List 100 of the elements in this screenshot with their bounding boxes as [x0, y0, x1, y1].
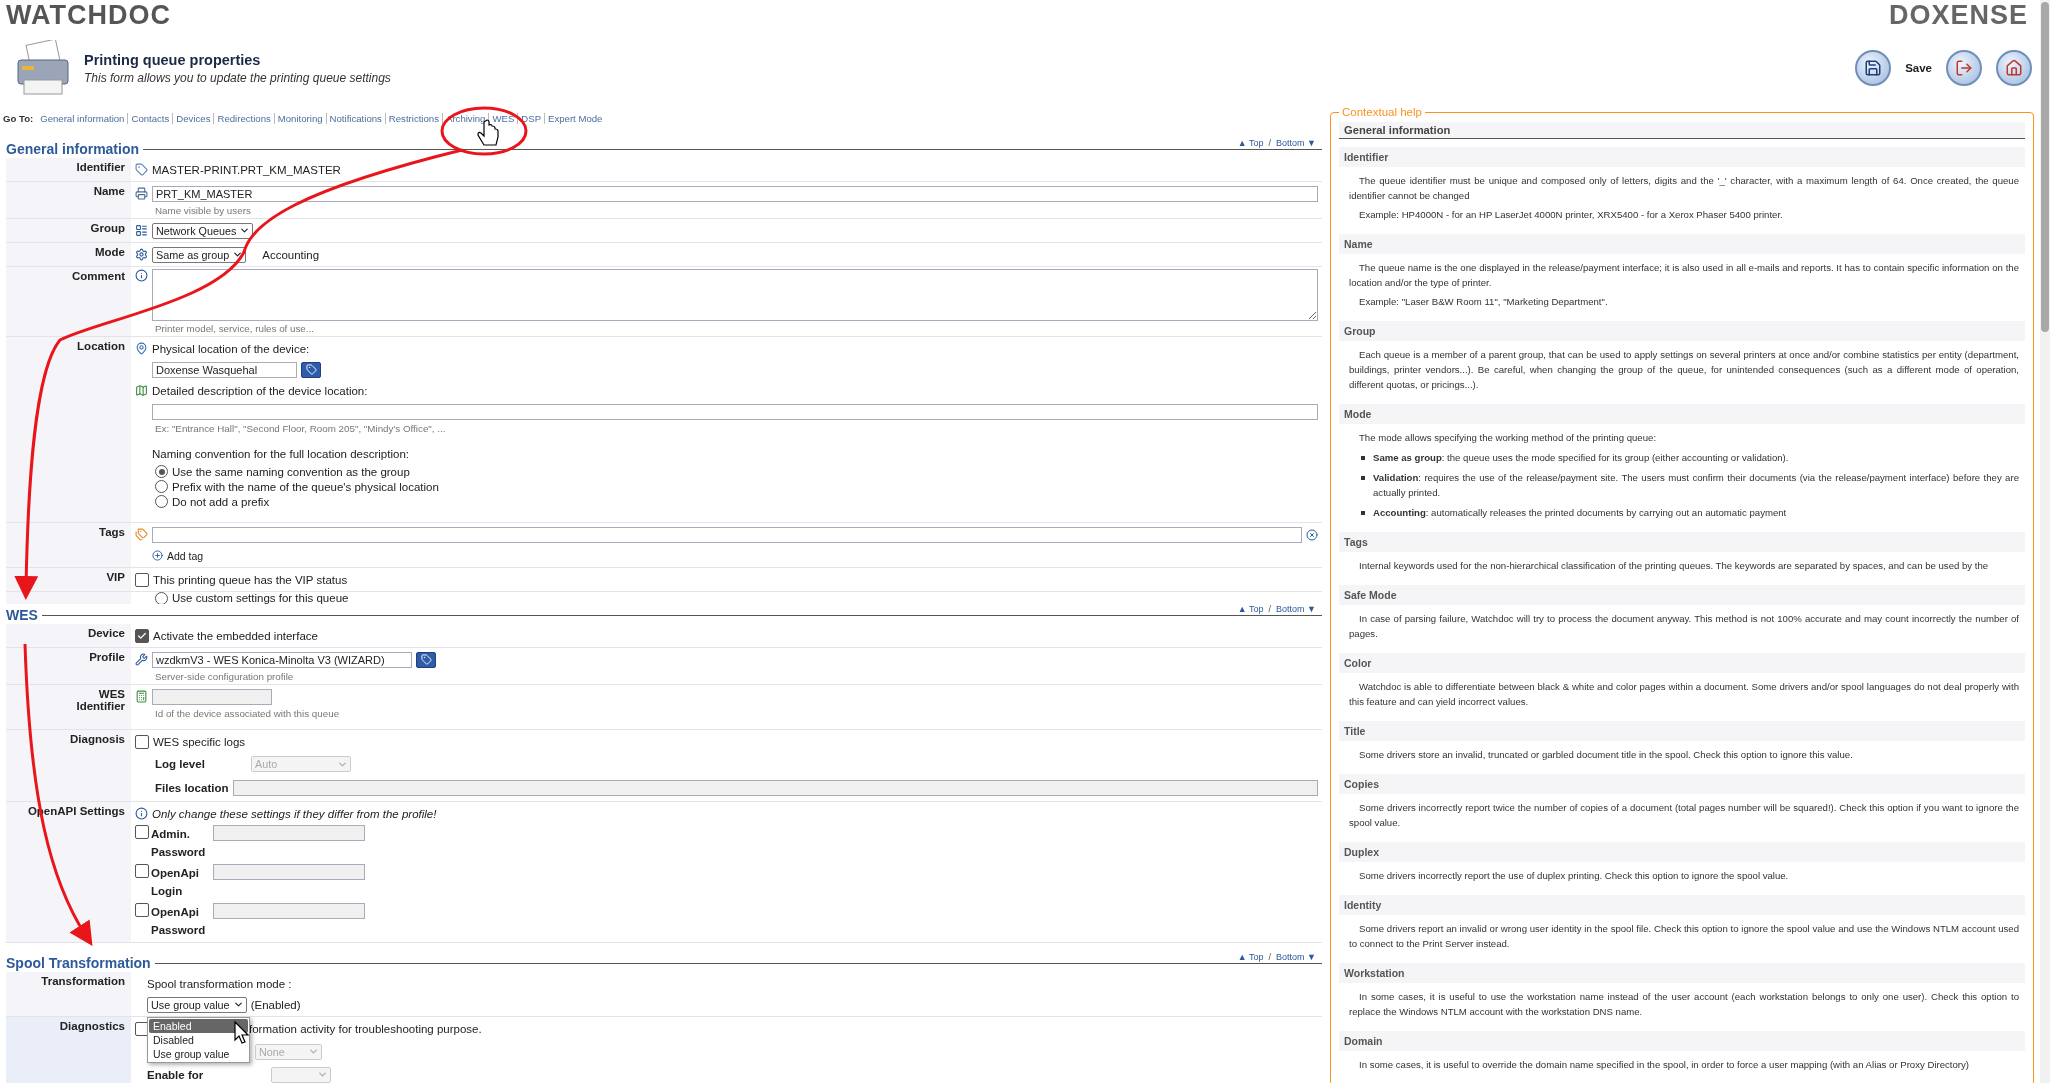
help-topic-title: Color — [1339, 653, 2025, 673]
field-label: OpenApi Login — [151, 866, 200, 899]
help-text: The mode allows specifying the working method of the printing queue: — [1358, 431, 1658, 445]
save-label: Save — [1905, 62, 1932, 74]
section-title: WES — [5, 606, 38, 624]
field-text: This printing queue has the VIP status — [153, 573, 348, 586]
field-label: Transformation — [6, 972, 131, 1016]
help-topic-title: Tags — [1339, 532, 2025, 552]
link-separator: / — [1268, 604, 1272, 614]
hint-text: Id of the device associated with this queue — [154, 708, 341, 719]
goto-link[interactable]: Notifications — [325, 112, 385, 124]
bottom-link[interactable]: Bottom ▼ — [1276, 138, 1316, 148]
help-topic-title: Title — [1339, 721, 2025, 741]
link-separator: / — [1268, 138, 1272, 148]
field-text: Detailed description of the device location: — [152, 384, 368, 397]
option-label: Do not add a prefix — [172, 495, 270, 508]
input-field[interactable]: wzdkmV3 - WES Konica-Minolta V3 (WIZARD) — [152, 651, 412, 668]
dropdown-option[interactable]: Enabled — [149, 1018, 248, 1033]
top-link[interactable]: ▲ Top — [1237, 604, 1264, 614]
input-field[interactable]: PRT_KM_MASTER — [152, 185, 1318, 202]
top-link[interactable]: ▲ Top — [1237, 952, 1264, 962]
help-topic-title: Identifier — [1339, 147, 2025, 167]
help-text: The queue name is the one displayed in the release/payment interface; it is also used in all e-mails and reports. It has to contain specific information on the location and/or the type of printer. — [1349, 261, 2019, 290]
goto-link[interactable]: DSP — [517, 112, 545, 124]
hint-text: Name visible by users — [154, 205, 252, 216]
help-text: Example: HP4000N - for an HP LaserJet 4000N printer, XRX5400 - for a Xerox Phaser 5400 printer. — [1358, 208, 1784, 222]
section-title: General information — [5, 140, 140, 158]
field-label: OpenApi Password — [151, 905, 207, 938]
field-label: Device — [6, 624, 131, 647]
dropdown-select[interactable]: Same as group — [152, 246, 247, 263]
help-heading: General information — [1339, 122, 2025, 139]
help-text: Some drivers store an invalid, truncated or garbled document title in the spool. Check this option to ignore this value. — [1358, 748, 1854, 762]
field-label: Mode — [6, 243, 131, 266]
field-text: Spool transformation mode : — [147, 977, 292, 990]
section-title: Spool Transformation — [5, 954, 151, 972]
help-topic-title: Duplex — [1339, 842, 2025, 862]
field-label: Diagnosis — [6, 730, 131, 801]
field-label: WES Identifier — [6, 685, 131, 729]
help-topic-title: Group — [1339, 321, 2025, 341]
help-topic-title: Name — [1339, 234, 2025, 254]
help-text: In some cases, it is useful to use the workstation name instead of the user account (each workstation belongs to only one user). Check this option to replace the Windows NTLM account with the workstation DNS name. — [1349, 990, 2019, 1019]
help-text: Internal keywords used for the non-hierarchical classification of the printing queues. The keywords are separated by spaces, and can be used by the — [1358, 559, 1990, 573]
goto-link[interactable]: Monitoring — [273, 112, 326, 124]
help-text: In case of parsing failure, Watchdoc will try to process the document anyway. This method is not 100% accurate and may count incorrectly the number of pages. — [1349, 612, 2019, 641]
field-label: Name — [6, 182, 131, 218]
field-text: Physical location of the device: — [152, 342, 310, 355]
field-text: Only change these settings if they differ from the profile! — [152, 807, 437, 820]
field-text: MASTER-PRINT.PRT_KM_MASTER — [152, 163, 341, 176]
field-text: WES specific logs — [153, 735, 246, 748]
input-field[interactable]: Doxense Wasquehal — [152, 361, 297, 378]
field-text: formation activity for troubleshooting purpose. — [249, 1022, 482, 1035]
field-text: Accounting — [262, 248, 320, 261]
field-text: Activate the embedded interface — [153, 629, 318, 642]
goto-label: Go To: — [3, 112, 34, 124]
field-label: Enable for — [147, 1068, 204, 1081]
help-text: Some drivers report an invalid or wrong user identity in the spool file. Check this option to ignore the spool value and use the Windows NTLM account used to connect to the Print Server instead. — [1349, 922, 2019, 951]
option-label: Use custom settings for this queue — [172, 592, 349, 604]
help-topic-title: Mode — [1339, 404, 2025, 424]
bottom-link[interactable]: Bottom ▼ — [1276, 604, 1316, 614]
help-text: The queue identifier must be unique and composed only of letters, digits and the '_' character, with a maximum length of 64. Once created, the queue identifier cannot be changed — [1349, 174, 2019, 203]
goto-link[interactable]: Devices — [172, 112, 214, 124]
logo: WATCHDOC — [6, 0, 171, 31]
bottom-link[interactable]: Bottom ▼ — [1276, 952, 1316, 962]
field-text: (Enabled) — [250, 998, 301, 1011]
dropdown-select[interactable]: Use group value — [147, 996, 247, 1013]
field-label: Identifier — [6, 158, 131, 181]
add-tag-link[interactable]: Add tag — [167, 549, 204, 562]
page-title: Printing queue properties — [84, 51, 262, 68]
top-link[interactable]: ▲ Top — [1237, 138, 1264, 148]
hint-text: Ex: "Entrance Hall", "Second Floor, Room 205", "Mindy's Office", ... — [154, 423, 447, 434]
field-label: Files location — [155, 782, 229, 794]
page-subtitle: This form allows you to update the printing queue settings — [84, 70, 392, 85]
field-label: Log level — [155, 758, 206, 770]
field-text: Naming convention for the full location description: — [152, 447, 409, 460]
goto-link[interactable]: Expert Mode — [544, 112, 606, 124]
goto-link[interactable]: Redirections — [213, 112, 274, 124]
goto-link[interactable]: General information — [37, 112, 128, 124]
hint-text: Server-side configuration profile — [154, 671, 295, 682]
help-text: Some drivers incorrectly report the use of duplex printing. Check this option to ignore the spool value. — [1358, 869, 1790, 883]
help-text: Validation: requires the use of the release/payment site. The users must confirm their documents (via the release/payment interface) before they are actually printed. — [1373, 471, 2019, 500]
field-label: VIP — [6, 568, 131, 591]
brand-logo: DOXENSE — [1888, 0, 2028, 31]
help-topic-title: Workstation — [1339, 963, 2025, 983]
hint-text: Printer model, service, rules of use... — [154, 323, 315, 334]
help-topic-title: Copies — [1339, 774, 2025, 794]
goto-link[interactable]: Contacts — [127, 112, 173, 124]
field-label: Profile — [6, 648, 131, 684]
dropdown-select[interactable]: Network Queues — [152, 222, 254, 239]
field-label: Tags — [6, 523, 131, 567]
link-separator: / — [1268, 952, 1272, 962]
panel-title: Contextual help — [1341, 106, 1423, 118]
help-topic-title: Safe Mode — [1339, 585, 2025, 605]
field-label: Diagnostics — [6, 1017, 131, 1083]
help-text: Each queue is a member of a parent group, that can be used to apply settings on several printers at once and/or combine statistics per entity (department, buildings, printer vendors...). Be careful, when changing the group of the queue, for unintended consequences (such as a different mode of operation, different quotas, or pricings...). — [1349, 348, 2019, 392]
help-text: Example: "Laser B&W Room 11", "Marketing Department". — [1358, 295, 1609, 309]
help-topic-title: Identity — [1339, 895, 2025, 915]
field-label: Location — [6, 337, 131, 522]
help-text: Watchdoc is able to differentiate between black & white and color pages within a document. Some drivers and/or spool languages do not deal properly with this feature and can yield incorrect values. — [1349, 680, 2019, 709]
help-text: In some cases, it is useful to override the domain name specified in the spool, in order to force a user mapping (with an Alias or Proxy Directory) — [1358, 1058, 1971, 1072]
goto-link[interactable]: Restrictions — [384, 112, 442, 124]
